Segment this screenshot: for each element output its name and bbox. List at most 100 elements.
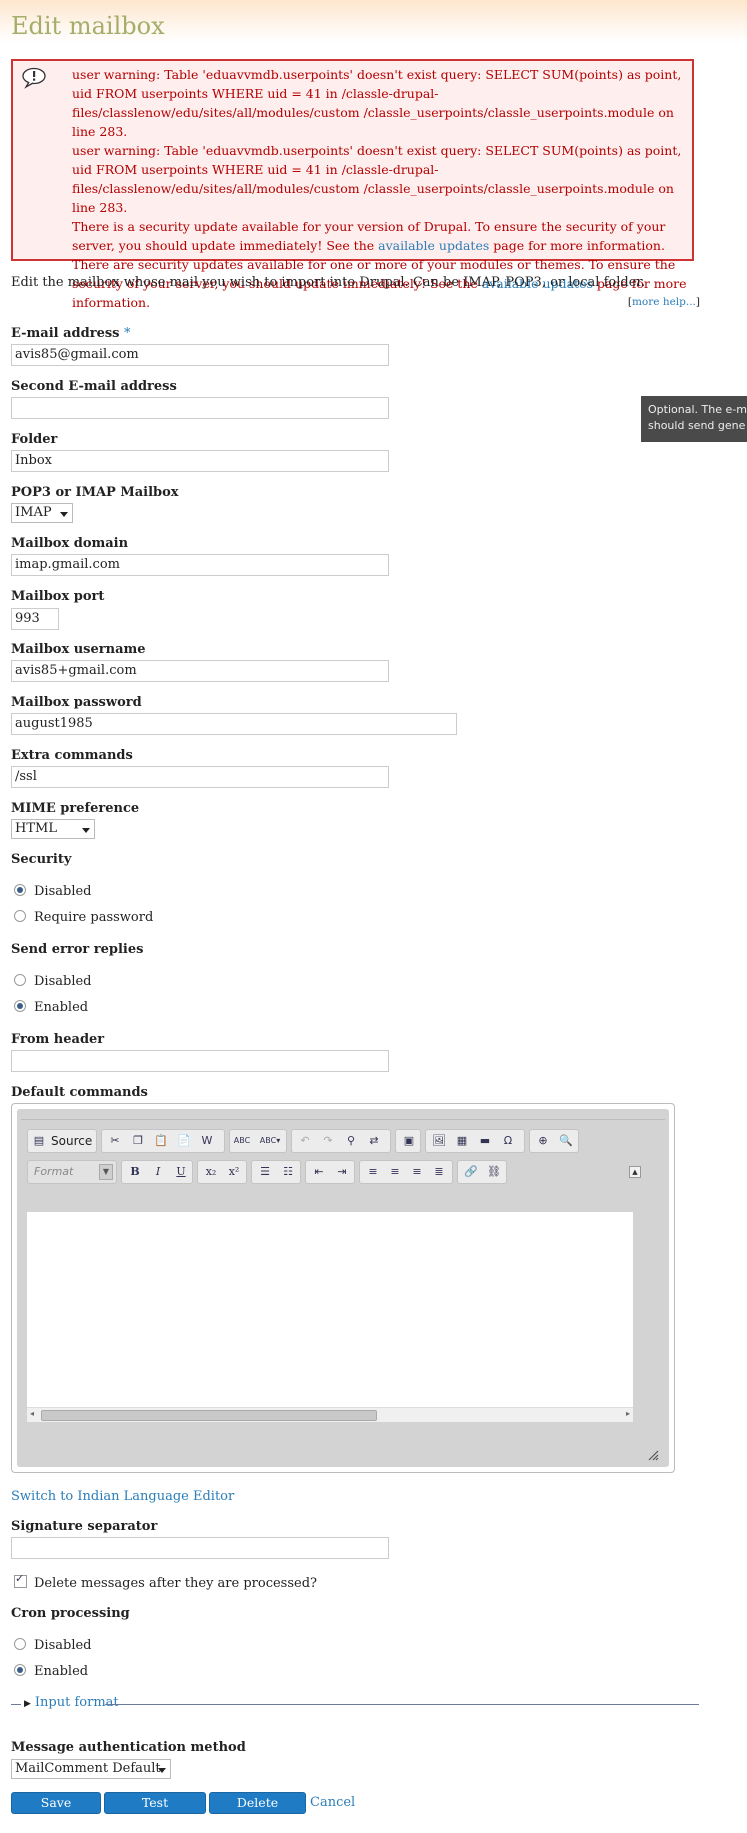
intro-text: Edit the mailbox whose mail you wish to … [11,275,646,290]
cut-icon[interactable]: ✂ [106,1133,124,1149]
table-icon[interactable]: ▦ [453,1133,471,1149]
second-email-field[interactable] [11,397,389,419]
username-label: Mailbox username [11,642,146,657]
align-left-icon[interactable]: ≡ [364,1164,382,1180]
username-field[interactable]: avis85+gmail.com [11,660,389,682]
input-format-toggle[interactable]: ▶ Input format [24,1695,119,1710]
spellcheck-icon[interactable]: ABC [233,1133,251,1149]
error-message: user warning: Table 'eduavvmdb.userpoint… [72,67,682,139]
indent-icon[interactable]: ⇥ [333,1164,351,1180]
replace-icon[interactable]: ⇄ [365,1133,383,1149]
resize-handle-icon[interactable] [647,1449,659,1461]
field-tooltip: Optional. The e-m should send gene [641,396,747,442]
security-require-password-radio[interactable]: Require password [14,910,153,925]
underline-icon[interactable]: U [172,1164,190,1180]
from-header-field[interactable] [11,1050,389,1072]
align-justify-icon[interactable]: ≣ [430,1164,448,1180]
chevron-down-icon [82,828,90,833]
superscript-icon[interactable]: x² [225,1164,243,1180]
chevron-down-icon [60,512,68,517]
password-field[interactable]: august1985 [11,713,457,735]
delete-mailbox-button[interactable]: Delete mailbox [209,1792,306,1830]
security-disabled-radio[interactable]: Disabled [14,884,92,899]
mime-label: MIME preference [11,801,140,816]
bold-icon[interactable]: B [126,1164,144,1180]
subscript-icon[interactable]: x₂ [202,1164,220,1180]
protocol-select[interactable]: IMAP [11,503,73,523]
unlink-icon[interactable]: ⛓ [485,1164,503,1180]
password-label: Mailbox password [11,695,142,710]
extra-commands-label: Extra commands [11,748,133,763]
spellcheck-as-you-type-icon[interactable]: ABC▾ [257,1133,283,1149]
signature-label: Signature separator [11,1519,158,1534]
port-field[interactable]: 993 [11,608,59,630]
error-replies-disabled-radio[interactable]: Disabled [14,974,92,989]
switch-editor-link[interactable]: Switch to Indian Language Editor [11,1489,234,1504]
format-combo[interactable]: Format ▼ [27,1160,117,1184]
paste-text-icon[interactable]: 📄 [175,1133,193,1149]
from-header-label: From header [11,1032,105,1047]
cron-disabled-radio[interactable]: Disabled [14,1638,92,1653]
find-icon[interactable]: ⚲ [342,1133,360,1149]
folder-label: Folder [11,432,58,447]
email-label: E-mail address * [11,326,131,341]
required-marker: * [124,326,131,341]
folder-field[interactable]: Inbox [11,450,389,472]
test-connection-button[interactable]: Test connection [104,1792,206,1830]
cancel-link[interactable]: Cancel [310,1795,355,1810]
image-icon[interactable]: 🖼 [430,1133,448,1149]
select-all-group: ▣ [395,1129,421,1153]
collapse-toolbar-icon[interactable]: ▲ [629,1166,641,1178]
page-title: Edit mailbox [11,12,165,40]
available-updates-link[interactable]: available updates [378,238,489,253]
scrollbar-thumb[interactable] [41,1410,377,1421]
save-mailbox-button[interactable]: Save mailbox [11,1792,101,1830]
list-group: ☰ ☷ [251,1160,301,1184]
select-all-icon[interactable]: ▣ [400,1133,418,1149]
source-button[interactable]: ▤ Source [27,1129,97,1153]
align-right-icon[interactable]: ≡ [408,1164,426,1180]
warning-bubble-icon [22,67,46,89]
copy-icon[interactable]: ❐ [129,1133,147,1149]
special-char-icon[interactable]: Ω [499,1133,517,1149]
align-center-icon[interactable]: ≡ [386,1164,404,1180]
source-icon: ▤ [33,1134,45,1147]
bulleted-list-icon[interactable]: ☷ [279,1164,297,1180]
radio-selected-icon [14,1664,26,1676]
radio-empty-icon [14,1638,26,1650]
scroll-left-icon[interactable]: ◂ [30,1409,34,1418]
error-replies-enabled-radio[interactable]: Enabled [14,1000,88,1015]
paste-icon[interactable]: 📋 [152,1133,170,1149]
numbered-list-icon[interactable]: ☰ [256,1164,274,1180]
undo-find-group: ↶ ↷ ⚲ ⇄ [291,1129,391,1153]
chevron-down-icon [158,1768,166,1773]
redo-icon[interactable]: ↷ [319,1133,337,1149]
toolbar-divider [21,1119,665,1120]
extra-commands-field[interactable]: /ssl [11,766,389,788]
view-group: ⊕ 🔍 [529,1129,579,1153]
outdent-icon[interactable]: ⇤ [310,1164,328,1180]
maximize-icon[interactable]: ⊕ [534,1133,552,1149]
email-field[interactable]: avis85@gmail.com [11,344,389,366]
horizontal-rule-icon[interactable]: ▬ [476,1133,494,1149]
domain-field[interactable]: imap.gmail.com [11,554,389,576]
preview-icon[interactable]: 🔍 [557,1133,575,1149]
link-icon[interactable]: 🔗 [462,1164,480,1180]
delete-messages-checkbox[interactable]: Delete messages after they are processed… [14,1572,317,1591]
cron-enabled-radio[interactable]: Enabled [14,1664,88,1679]
auth-method-select[interactable]: MailComment Default [11,1759,171,1779]
more-help-link[interactable]: [more help...] [628,296,700,308]
error-replies-label: Send error replies [11,942,144,957]
undo-icon[interactable]: ↶ [296,1133,314,1149]
spellcheck-group: ABC ABC▾ [229,1129,287,1153]
signature-field[interactable] [11,1537,389,1559]
italic-icon[interactable]: I [149,1164,167,1180]
radio-empty-icon [14,910,26,922]
align-group: ≡ ≡ ≡ ≣ [359,1160,453,1184]
paste-word-icon[interactable]: W [198,1133,216,1149]
mime-select[interactable]: HTML [11,819,95,839]
editor-content-area[interactable] [27,1212,633,1407]
chevron-down-icon: ▼ [99,1164,113,1180]
editor-horizontal-scrollbar[interactable]: ◂ ▸ [27,1407,633,1422]
scroll-right-icon[interactable]: ▸ [626,1409,630,1418]
